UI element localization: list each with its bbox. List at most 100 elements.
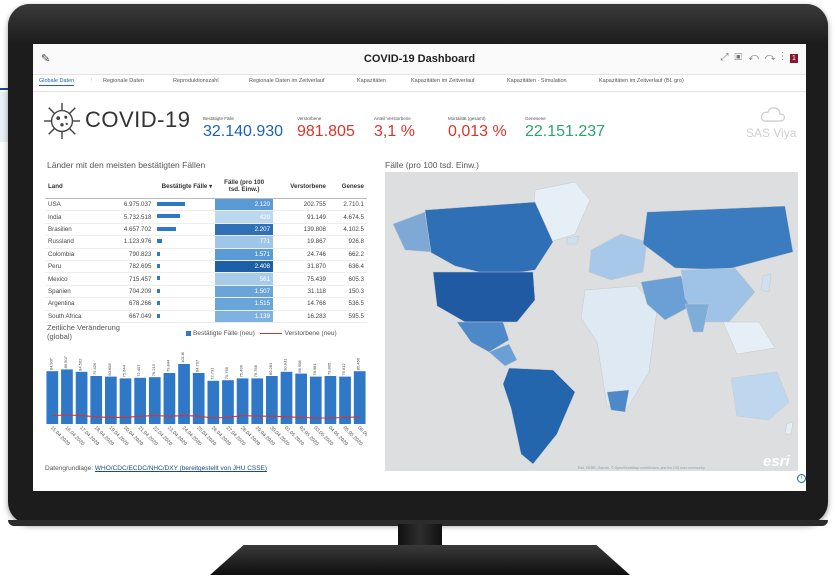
cases-bar-cell <box>154 272 216 286</box>
table-row[interactable]: Colombia 790.823 1.571 24.746 662.2 <box>45 248 367 261</box>
deaths-cell: 139.808 <box>273 223 329 237</box>
recovered-cell: 605.3 <box>329 272 367 286</box>
chart-data-label: 79.768 <box>253 364 258 377</box>
chart-data-label: 90.931 <box>283 358 288 371</box>
more-menu-icon[interactable]: ⋮ <box>782 52 791 63</box>
table-row[interactable]: Spanien 704.209 1.507 31.118 150.3 <box>45 285 367 299</box>
chart-bar[interactable] <box>295 373 307 424</box>
chart-data-label: 84.707 <box>195 359 200 372</box>
chart-data-label: 72.731 <box>209 367 214 380</box>
per100k-cell: 1.571 <box>215 248 274 261</box>
legend-bars-label: Bestätigte Fälle (neu) <box>193 330 255 337</box>
table-row[interactable]: Argentina 678.266 1.515 14.766 536.5 <box>45 297 367 311</box>
col-header-faelle[interactable]: Bestätigte Fälle ▾ <box>120 174 216 199</box>
dashboard-screen: ✎ COVID-19 Dashboard ⤢▣↶↷⋮ 1 Globale Date… <box>33 44 806 491</box>
tab-kapazitaeten-bl[interactable]: Kapazitäten im Zeitverlauf (BL gro) <box>599 78 684 84</box>
tab-kapazitaeten[interactable]: Kapazitäten <box>357 78 386 84</box>
chart-bar[interactable] <box>353 371 366 424</box>
col-header-verstorbene[interactable]: Verstorbene <box>273 174 329 199</box>
kpi-value: 22.151.237 <box>525 123 606 140</box>
tab-separator: ⋮ <box>89 78 95 84</box>
recovered-cell: 4.674.5 <box>329 210 367 224</box>
table-row[interactable]: South Africa 667.049 1.139 16.283 595.5 <box>45 310 367 323</box>
undo-icon[interactable]: ↶ <box>748 52 765 63</box>
kpi-genesene: Genesene 22.151.237 <box>525 116 605 141</box>
chart-bar[interactable] <box>324 376 337 424</box>
expand-icon[interactable]: ⤢ <box>720 52 734 63</box>
cases-bar <box>157 226 177 231</box>
cases-bar-cell <box>154 223 216 237</box>
recovered-cell: 536.5 <box>329 297 367 311</box>
kpi-value: 32.140.930 <box>203 123 284 140</box>
source-label: Datengrundlage: <box>45 465 94 472</box>
chart-bar[interactable] <box>61 369 73 424</box>
kpi-label: Anteil Verstorbene <box>374 116 411 121</box>
legend-line-swatch <box>259 332 282 335</box>
tab-regionale-daten[interactable]: Regionale Daten <box>103 78 144 84</box>
kpi-label: Mortalität (gesamt) <box>448 116 486 121</box>
tab-regionale-zeitverlauf[interactable]: Regionale Daten im Zeitverlauf <box>249 78 325 84</box>
chart-bar[interactable] <box>178 364 190 424</box>
chart-legend: Bestätigte Fälle (neu) Verstorbene (neu) <box>186 330 337 337</box>
info-icon[interactable]: i <box>797 474 806 483</box>
cases-bar <box>157 276 161 281</box>
deaths-cell: 16.283 <box>273 310 329 323</box>
kpi-label: Verstorbene <box>297 116 322 121</box>
cases-bar <box>157 239 162 244</box>
tab-kapazitaeten-simulation[interactable]: Kapazitäten - Simulation <box>507 78 567 84</box>
kpi-value: 981.805 <box>297 123 355 140</box>
chart-data-label: 84.562 <box>78 358 83 371</box>
cases-bar-cell <box>154 260 216 274</box>
deaths-cell: 202.755 <box>273 198 329 212</box>
per100k-cell: 1.507 <box>215 285 274 299</box>
legend-line-label: Verstorbene (neu) <box>284 330 337 337</box>
chart-data-label: 75.644 <box>122 364 127 377</box>
cases-bar <box>157 263 161 268</box>
col-header-land[interactable]: Land <box>45 174 121 199</box>
notification-badge[interactable]: 1 <box>790 54 798 63</box>
table-row[interactable]: Mexico 715.457 561 75.439 605.3 <box>45 272 367 286</box>
table-row[interactable]: USA 6.975.037 2.120 202.755 2.710.1 <box>45 198 367 212</box>
col-header-genesene[interactable]: Genese <box>329 174 367 199</box>
country-cell: Spanien <box>45 285 121 299</box>
cases-bar-cell <box>154 235 216 249</box>
table-row[interactable]: Brasilien 4.657.702 2.207 139.808 4.102.5 <box>45 223 367 237</box>
tab-reproduktionszahl[interactable]: Reproduktionszahl <box>173 78 219 84</box>
chart-data-label: 70.765 <box>224 366 229 379</box>
per100k-cell: 561 <box>215 272 274 286</box>
world-map[interactable] <box>385 172 798 471</box>
cases-cell: 1.123.976 <box>120 235 155 249</box>
map-credit: Esri, HERE, Garmin, © OpenStreetMap cont… <box>578 466 705 470</box>
table-row[interactable]: Peru 782.695 2.408 31.870 636.4 <box>45 260 367 274</box>
chart-data-label: 78.681 <box>312 363 317 376</box>
deaths-cell: 24.746 <box>273 248 329 261</box>
country-cell: India <box>45 210 121 224</box>
chart-data-label: 72.407 <box>136 364 141 377</box>
chart-bar[interactable] <box>309 376 322 424</box>
redo-icon[interactable]: ↷ <box>765 52 782 63</box>
screenshot-icon[interactable]: ▣ <box>734 52 748 63</box>
kpi-label: Genesene <box>525 116 546 121</box>
deaths-cell: 75.439 <box>273 272 329 286</box>
source-link[interactable]: WHO/CDC/ECDC/NHC/DXY (bereitgestellt von… <box>95 465 267 472</box>
cases-bar-cell <box>154 297 216 311</box>
kpi-value: 0,013 % <box>448 123 507 140</box>
chart-bar[interactable] <box>46 371 59 424</box>
table-row[interactable]: India 5.732.518 420 91.149 4.674.5 <box>45 210 367 224</box>
chart-bar[interactable] <box>236 378 249 424</box>
tab-kapazitaeten-zeitverlauf[interactable]: Kapazitäten im Zeitverlauf <box>411 78 475 84</box>
chart-bar[interactable] <box>251 378 264 424</box>
col-header-pro100[interactable]: Fälle (pro 100 tsd. Einw.) <box>215 174 274 199</box>
per100k-cell: 2.408 <box>215 260 274 274</box>
table-row[interactable]: Russland 1.123.976 771 19.867 926.8 <box>45 235 367 249</box>
tab-globale-daten[interactable]: Globale Daten <box>39 78 75 86</box>
cases-bar <box>157 288 161 293</box>
chart-bar[interactable] <box>148 377 161 424</box>
chart-data-label: 75.496 <box>239 364 244 377</box>
monitor-gloss <box>8 4 828 44</box>
chart-data-label: 80.281 <box>268 362 273 375</box>
kpi-mortalitaet: Mortalität (gesamt) 0,013 % <box>448 116 507 141</box>
chart-data-label: 86.508 <box>297 360 302 373</box>
top-bar: ✎ COVID-19 Dashboard ⤢▣↶↷⋮ 1 <box>33 44 806 75</box>
chart-data-label: 85.450 <box>356 357 361 370</box>
